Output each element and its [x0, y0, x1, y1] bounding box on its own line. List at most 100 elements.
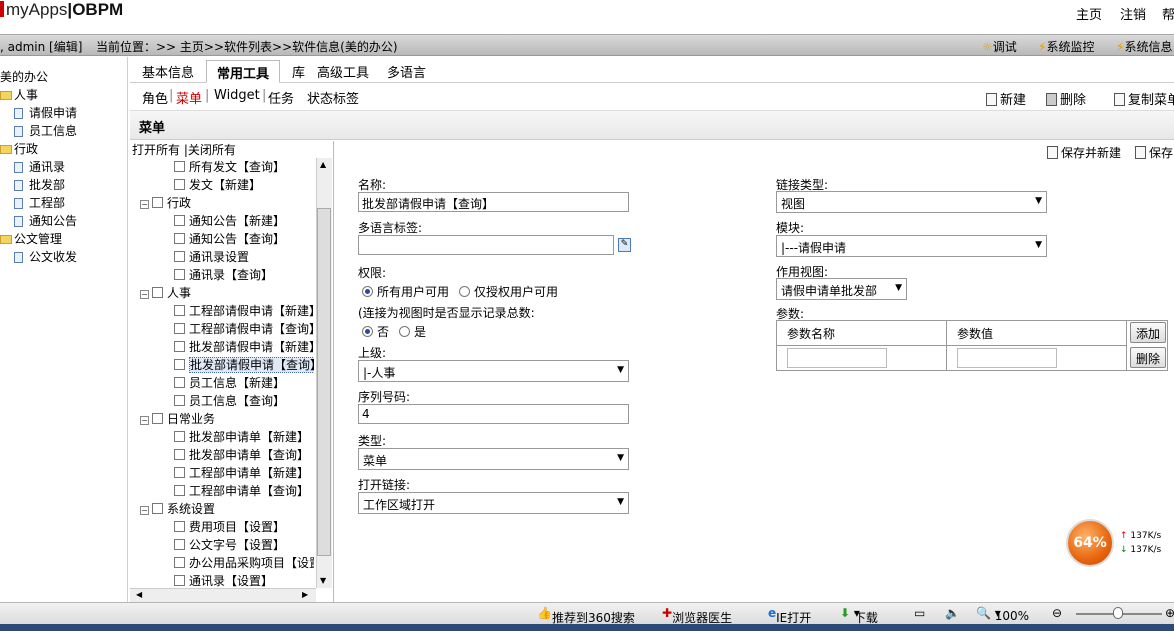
- parent-select[interactable]: |-人事 ▼: [358, 360, 629, 382]
- checkbox[interactable]: [174, 485, 185, 496]
- recommend-360-button[interactable]: 👍 推荐到360搜索: [537, 606, 635, 625]
- subtab-widget[interactable]: Widget: [214, 88, 260, 103]
- name-input[interactable]: 批发部请假申请【查询】: [358, 192, 629, 212]
- checkbox[interactable]: [174, 359, 185, 370]
- collapse-icon[interactable]: −: [140, 200, 149, 209]
- new-button[interactable]: 新建: [986, 89, 1026, 108]
- tree-folder-docs[interactable]: 公文管理: [0, 230, 62, 247]
- logout-link[interactable]: 注销: [1120, 4, 1146, 23]
- browser-doctor-button[interactable]: ✚ 浏览器医生: [662, 606, 732, 625]
- tree-group[interactable]: − 系统设置: [140, 500, 310, 517]
- checkbox[interactable]: [152, 413, 163, 424]
- order-input[interactable]: 4: [358, 404, 629, 424]
- checkbox[interactable]: [174, 269, 185, 280]
- download-button[interactable]: ⬇ 下载 ▾: [840, 606, 878, 625]
- tree-menu-item[interactable]: 通讯录设置: [174, 248, 314, 265]
- tree-root[interactable]: 美的办公: [0, 68, 48, 85]
- tree-folder-hr[interactable]: 人事: [0, 86, 38, 103]
- perm-auth-radio[interactable]: 仅授权用户可用: [459, 283, 558, 300]
- tree-item-wholesale[interactable]: 批发部: [14, 176, 65, 193]
- subtab-menu[interactable]: 菜单: [176, 88, 202, 107]
- checkbox[interactable]: [174, 161, 185, 172]
- open-link-select[interactable]: 工作区域打开 ▼: [358, 492, 629, 514]
- tree-menu-item[interactable]: 发文【新建】: [174, 176, 314, 193]
- tree-item-engineering[interactable]: 工程部: [14, 194, 65, 211]
- subtab-role[interactable]: 角色: [142, 88, 168, 107]
- checkbox[interactable]: [174, 251, 185, 262]
- tree-menu-item[interactable]: 通知公告【新建】: [174, 212, 314, 229]
- scroll-down-icon[interactable]: ▼: [320, 576, 326, 585]
- zoom-out-icon[interactable]: ⊖: [1052, 606, 1062, 620]
- system-info-link[interactable]: ⚡系统信息: [1116, 38, 1172, 55]
- copy-menu-button[interactable]: 复制菜单: [1114, 89, 1174, 108]
- tree-item-notice[interactable]: 通知公告: [14, 212, 77, 229]
- tree-group[interactable]: − 人事: [140, 284, 310, 301]
- checkbox[interactable]: [174, 521, 185, 532]
- tree-menu-item[interactable]: 办公用品采购项目【设置】: [174, 554, 314, 571]
- open-all-link[interactable]: 打开所有: [132, 143, 180, 157]
- tree-menu-item[interactable]: 费用项目【设置】: [174, 518, 314, 535]
- tab-library[interactable]: 库: [292, 62, 305, 81]
- perm-all-radio[interactable]: 所有用户可用: [362, 283, 449, 300]
- tree-menu-item[interactable]: 工程部请假申请【查询】: [174, 320, 314, 337]
- save-button[interactable]: 保存: [1135, 144, 1173, 161]
- count-yes-radio[interactable]: 是: [399, 323, 426, 340]
- checkbox[interactable]: [152, 287, 163, 298]
- subtab-task[interactable]: 任务: [268, 88, 294, 107]
- tree-item-contacts[interactable]: 通讯录: [14, 158, 65, 175]
- checkbox[interactable]: [152, 197, 163, 208]
- tree-menu-item[interactable]: 员工信息【新建】: [174, 374, 314, 391]
- tree-group[interactable]: − 行政: [140, 194, 310, 211]
- save-and-new-button[interactable]: 保存并新建: [1047, 144, 1121, 161]
- checkbox[interactable]: [174, 557, 185, 568]
- home-link[interactable]: 主页: [1076, 4, 1102, 23]
- checkbox[interactable]: [174, 431, 185, 442]
- collapse-icon[interactable]: −: [140, 416, 149, 425]
- checkbox[interactable]: [174, 215, 185, 226]
- checkbox[interactable]: [152, 503, 163, 514]
- tree-folder-admin[interactable]: 行政: [0, 140, 38, 157]
- tree-item-leave[interactable]: 请假申请: [14, 104, 77, 121]
- scroll-left-icon[interactable]: ◀: [136, 590, 142, 599]
- subtab-status-label[interactable]: 状态标签: [307, 88, 359, 107]
- tree-scroll-thumb[interactable]: [317, 208, 331, 556]
- tree-horizontal-scrollbar[interactable]: ◀ ▶: [130, 588, 316, 602]
- tree-menu-item[interactable]: 员工信息【查询】: [174, 392, 314, 409]
- checkbox[interactable]: [174, 233, 185, 244]
- network-speed-widget[interactable]: 64% ↑ 137K/s ↓ 137K/s: [1066, 519, 1174, 567]
- collapse-icon[interactable]: −: [140, 290, 149, 299]
- add-param-button[interactable]: 添加: [1130, 322, 1166, 343]
- checkbox[interactable]: [174, 377, 185, 388]
- tree-menu-item[interactable]: 批发部请假申请【查询】: [174, 356, 314, 373]
- module-select[interactable]: |---请假申请 ▼: [776, 235, 1047, 257]
- tree-menu-item[interactable]: 批发部请假申请【新建】: [174, 338, 314, 355]
- tree-menu-item[interactable]: 通讯录【设置】: [174, 572, 314, 589]
- tree-menu-item[interactable]: 通讯录【查询】: [174, 266, 314, 283]
- zoom-control[interactable]: 🔍 100% ▾: [976, 606, 1029, 623]
- checkbox[interactable]: [174, 467, 185, 478]
- link-type-select[interactable]: 视图 ▼: [776, 191, 1047, 213]
- tree-menu-item[interactable]: 工程部申请单【查询】: [174, 482, 314, 499]
- tree-menu-item[interactable]: 公文字号【设置】: [174, 536, 314, 553]
- delete-button[interactable]: 删除: [1046, 89, 1086, 108]
- system-monitor-link[interactable]: ⚡系统监控: [1038, 38, 1094, 55]
- tree-group[interactable]: − 日常业务: [140, 410, 310, 427]
- tree-menu-item[interactable]: 工程部申请单【新建】: [174, 464, 314, 481]
- tree-menu-item[interactable]: 工程部请假申请【新建】: [174, 302, 314, 319]
- checkbox[interactable]: [174, 395, 185, 406]
- scroll-right-icon[interactable]: ▶: [302, 590, 308, 599]
- count-no-radio[interactable]: 否: [362, 323, 389, 340]
- checkbox[interactable]: [174, 539, 185, 550]
- checkbox[interactable]: [174, 341, 185, 352]
- close-all-link[interactable]: 关闭所有: [188, 143, 236, 157]
- view-select[interactable]: 请假申请单批发部 ▼: [776, 278, 907, 300]
- tab-common-tools[interactable]: 常用工具: [206, 60, 281, 83]
- type-select[interactable]: 菜单 ▼: [358, 448, 629, 470]
- ie-open-button[interactable]: e IE打开: [768, 606, 811, 625]
- checkbox[interactable]: [174, 305, 185, 316]
- tree-menu-item[interactable]: 所有发文【查询】: [174, 158, 314, 175]
- tab-i18n[interactable]: 多语言: [387, 62, 426, 81]
- tree-menu-item[interactable]: 通知公告【查询】: [174, 230, 314, 247]
- tab-advanced-tools[interactable]: 高级工具: [317, 62, 369, 81]
- tab-basic-info[interactable]: 基本信息: [142, 62, 194, 81]
